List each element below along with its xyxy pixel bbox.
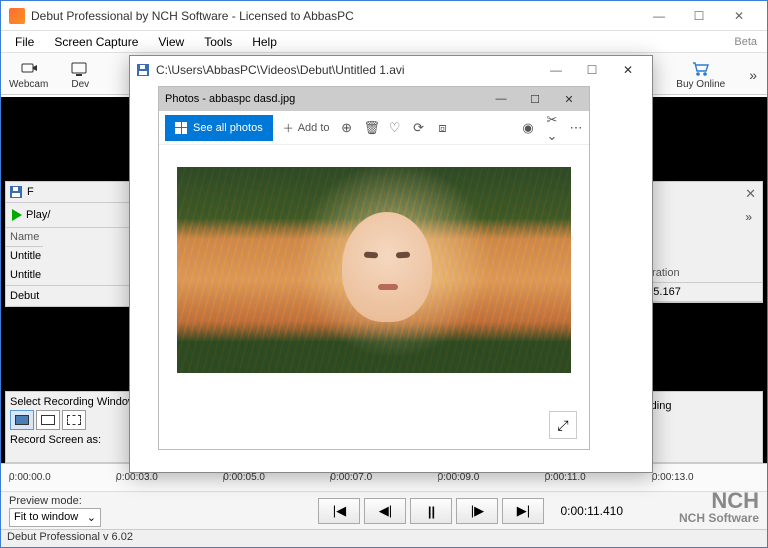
menu-view[interactable]: View <box>148 33 194 51</box>
toolbar-device[interactable]: Dev <box>66 58 94 92</box>
status-bar: Debut Professional v 6.02 <box>1 529 767 547</box>
skip-start-button[interactable]: |◀ <box>318 498 360 524</box>
srw-window[interactable] <box>36 410 60 430</box>
preview-mode-select[interactable]: Fit to window ⌄ <box>9 508 101 527</box>
step-back-button[interactable]: ◀| <box>364 498 406 524</box>
crop-icon[interactable]: ⧈ <box>436 120 450 136</box>
app-title: Debut Professional by NCH Software - Lic… <box>31 9 639 23</box>
photos-title: Photos - abbaspc dasd.jpg <box>165 93 481 105</box>
play-label: Play/ <box>26 209 50 221</box>
menu-tools[interactable]: Tools <box>194 33 242 51</box>
duration-value: 0:15.167 <box>634 283 762 302</box>
debut-label: Debut <box>6 285 134 306</box>
photos-minimize-button[interactable]: — <box>487 93 515 105</box>
menubar: File Screen Capture View Tools Help Beta <box>1 31 767 53</box>
chevron-down-icon: ⌄ <box>87 511 96 524</box>
panel-overflow[interactable]: » <box>745 210 752 224</box>
app-titlebar: Debut Professional by NCH Software - Lic… <box>1 1 767 31</box>
webcam-icon <box>19 60 39 78</box>
time-display: 0:00:11.410 <box>560 504 623 518</box>
skip-end-button[interactable]: ▶| <box>502 498 544 524</box>
photos-body: ⤢ <box>159 145 589 449</box>
col-name[interactable]: Name <box>6 228 43 247</box>
tick-1: 0:00:03.0 <box>116 472 223 483</box>
capture-window: C:\Users\AbbasPC\Videos\Debut\Untitled 1… <box>129 55 653 473</box>
photos-titlebar[interactable]: Photos - abbaspc dasd.jpg — ☐ ✕ <box>159 87 589 111</box>
grid-icon <box>175 122 187 134</box>
zoom-icon[interactable]: ⊕ <box>340 120 354 136</box>
row-2[interactable]: Untitle <box>6 266 45 285</box>
toolbar-buy-label: Buy Online <box>676 79 725 90</box>
save-icon <box>9 185 23 199</box>
menu-help[interactable]: Help <box>242 33 287 51</box>
capture-close-button[interactable]: ✕ <box>610 59 646 81</box>
panel-title-cut: F <box>27 186 34 198</box>
edit-icon[interactable]: ◉ <box>521 120 535 136</box>
capture-minimize-button[interactable]: — <box>538 59 574 81</box>
plus-icon: ＋ <box>283 120 294 136</box>
photos-window: Photos - abbaspc dasd.jpg — ☐ ✕ See all … <box>158 86 590 450</box>
toolbar-webcam-label: Webcam <box>9 79 48 90</box>
player: 0:00:00.0 0:00:03.0 0:00:05.0 0:00:07.0 … <box>1 463 767 547</box>
photos-close-button[interactable]: ✕ <box>555 93 583 106</box>
col-duration[interactable]: Duration <box>634 264 762 283</box>
photo-image <box>177 167 571 373</box>
add-to-button[interactable]: ＋ Add to <box>283 120 330 136</box>
device-icon <box>70 60 90 78</box>
photos-maximize-button[interactable]: ☐ <box>521 93 549 106</box>
favorite-icon[interactable]: ♡ <box>388 120 402 136</box>
preview-mode-value: Fit to window <box>14 511 78 523</box>
capture-titlebar[interactable]: C:\Users\AbbasPC\Videos\Debut\Untitled 1… <box>130 56 652 84</box>
tick-4: 0:00:09.0 <box>438 472 545 483</box>
draw-icon[interactable]: ✂ ⌄ <box>545 112 559 144</box>
row-1[interactable]: Untitle <box>6 247 45 266</box>
menu-file[interactable]: File <box>5 33 44 51</box>
minimize-button[interactable]: — <box>639 4 679 28</box>
cart-icon <box>691 60 711 78</box>
beta-label: Beta <box>724 34 763 50</box>
nch-logo: NCH NCH Software <box>679 491 759 525</box>
tick-0: 0:00:00.0 <box>9 472 116 483</box>
play-icon <box>12 209 22 221</box>
tick-5: 0:00:11.0 <box>545 472 652 483</box>
recordings-panel: F Play/ Name Untitle Untitle Debut <box>5 181 135 307</box>
see-all-label: See all photos <box>193 122 263 134</box>
preview-mode-label: Preview mode: <box>9 495 101 507</box>
panel-close-button[interactable]: ✕ <box>745 186 756 202</box>
more-icon[interactable]: ⋯ <box>569 120 583 136</box>
app-icon <box>9 8 25 24</box>
srw-fullscreen[interactable] <box>10 410 34 430</box>
see-all-photos-button[interactable]: See all photos <box>165 115 273 141</box>
delete-icon[interactable]: 🗑 <box>364 120 378 136</box>
toolbar-overflow[interactable]: » <box>743 67 763 83</box>
tick-6: 0:00:13.0 <box>652 472 759 483</box>
maximize-button[interactable]: ☐ <box>679 4 719 28</box>
capture-path: C:\Users\AbbasPC\Videos\Debut\Untitled 1… <box>156 63 538 77</box>
step-forward-button[interactable]: |▶ <box>456 498 498 524</box>
srw-custom[interactable] <box>62 410 86 430</box>
save-icon <box>136 63 150 77</box>
tick-2: 0:00:05.0 <box>223 472 330 483</box>
close-button[interactable]: ✕ <box>719 4 759 28</box>
pause-button[interactable]: || <box>410 498 452 524</box>
toolbar-webcam[interactable]: Webcam <box>5 58 52 92</box>
expand-button[interactable]: ⤢ <box>549 411 577 439</box>
capture-maximize-button[interactable]: ☐ <box>574 59 610 81</box>
add-to-label: Add to <box>298 122 330 134</box>
rotate-icon[interactable]: ⟳ <box>412 120 426 136</box>
menu-screen-capture[interactable]: Screen Capture <box>44 33 148 51</box>
toolbar-buy-online[interactable]: Buy Online <box>672 58 729 92</box>
toolbar-device-label: Dev <box>71 79 89 90</box>
photos-toolbar: See all photos ＋ Add to ⊕ 🗑 ♡ ⟳ ⧈ ◉ ✂ ⌄ … <box>159 111 589 145</box>
tick-3: 0:00:07.0 <box>330 472 437 483</box>
play-button[interactable]: Play/ <box>6 203 134 227</box>
